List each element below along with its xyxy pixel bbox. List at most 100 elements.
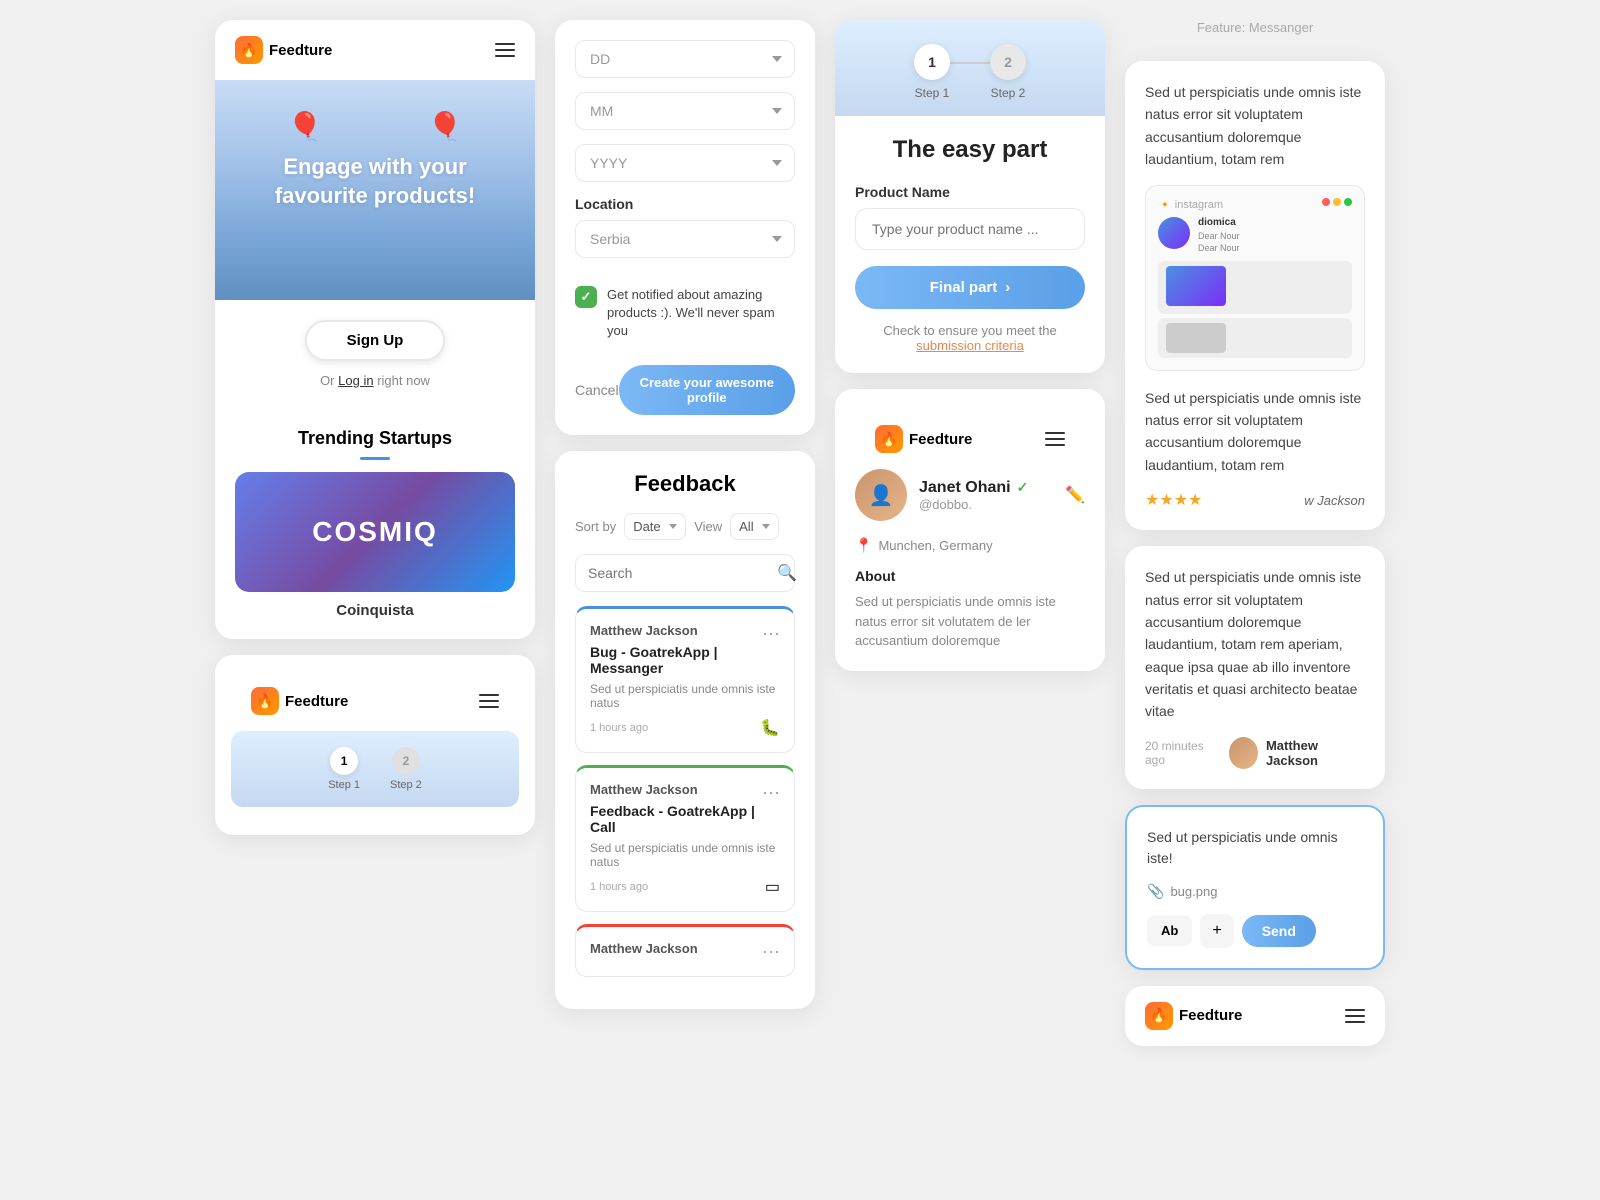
step-label-1: Step 1 bbox=[915, 86, 950, 100]
review-card-2: Sed ut perspiciatis unde omnis iste natu… bbox=[1125, 546, 1385, 789]
ab-button[interactable]: Ab bbox=[1147, 915, 1192, 946]
checkbox-row: Get notified about amazing products :). … bbox=[575, 272, 795, 355]
signup-button[interactable]: Sign Up bbox=[305, 320, 446, 361]
profile-header: 👤 Janet Ohani ✓ @dobbo. ✏️ bbox=[855, 469, 1085, 521]
feedback-title-1: Bug - GoatrekApp | Messanger bbox=[590, 644, 780, 676]
column-4: Feature: Messanger Sed ut perspiciatis u… bbox=[1125, 20, 1385, 1046]
plus-button[interactable]: + bbox=[1200, 914, 1233, 948]
mini-step-indicators: 1 Step 1 2 Step 2 bbox=[247, 747, 503, 791]
mini-logo-text: Feedture bbox=[285, 693, 348, 710]
step-circle-1: 1 bbox=[914, 44, 950, 80]
reviewer-name: w Jackson bbox=[1304, 493, 1365, 508]
landing-hero: 🎈 🎈 Engage with your favourite products! bbox=[215, 80, 535, 300]
step-hero: 1 Step 1 2 Step 2 bbox=[835, 20, 1105, 116]
step-indicators: 1 Step 1 2 Step 2 bbox=[855, 44, 1085, 100]
yyyy-select[interactable]: YYYY bbox=[575, 144, 795, 182]
mini-step-1: 1 Step 1 bbox=[328, 747, 360, 791]
attachment-row: 📎 bug.png bbox=[1147, 883, 1363, 900]
mini-step-circle-2: 2 bbox=[392, 747, 420, 775]
feedback-meta-2: 1 hours ago ▭ bbox=[590, 877, 780, 897]
step-circle-2: 2 bbox=[990, 44, 1026, 80]
search-row[interactable]: 🔍 bbox=[575, 554, 795, 592]
attachment-icon: 📎 bbox=[1147, 883, 1164, 900]
checkbox-checked[interactable] bbox=[575, 286, 597, 308]
location-text: Munchen, Germany bbox=[878, 538, 992, 553]
create-profile-button[interactable]: Create your awesome profile bbox=[619, 365, 795, 415]
form-actions: Cancel Create your awesome profile bbox=[575, 355, 795, 415]
cancel-button[interactable]: Cancel bbox=[575, 382, 619, 398]
step-heading: The easy part bbox=[855, 136, 1085, 164]
cosmiq-text: COSMIQ bbox=[312, 516, 438, 548]
feedback-user-3: Matthew Jackson bbox=[590, 941, 698, 956]
profile-info: Janet Ohani ✓ @dobbo. bbox=[919, 479, 1053, 512]
yyyy-row: YYYY bbox=[575, 144, 795, 182]
mm-select[interactable]: MM bbox=[575, 92, 795, 130]
messenger-preview-image: 🔸 instagram diomica Dear Nour Dear Nou bbox=[1145, 185, 1365, 371]
feedback-icon-2: ▭ bbox=[765, 877, 780, 897]
startup-name: Coinquista bbox=[235, 602, 515, 619]
trending-title: Trending Startups bbox=[235, 428, 515, 449]
landing-body: Sign Up Or Log in right now bbox=[215, 300, 535, 408]
hero-balloons: 🎈 🎈 bbox=[235, 110, 515, 143]
form-card: DD MM YYYY Location Serbia Get notified … bbox=[555, 20, 815, 435]
edit-icon[interactable]: ✏️ bbox=[1065, 485, 1085, 505]
review-rating-row: ★★★★ w Jackson bbox=[1145, 490, 1365, 510]
login-link[interactable]: Log in bbox=[338, 373, 373, 388]
sort-by-label: Sort by bbox=[575, 519, 616, 534]
reviewer-avatar bbox=[1229, 737, 1258, 769]
footer-logo-inner: Feedture bbox=[1145, 1002, 1242, 1030]
footer-hamburger[interactable] bbox=[1345, 1009, 1365, 1023]
dd-select[interactable]: DD bbox=[575, 40, 795, 78]
column-1: Feedture 🎈 🎈 Engage with your favourite … bbox=[215, 20, 535, 835]
review-card-1: Sed ut perspiciatis unde omnis iste natu… bbox=[1125, 61, 1385, 530]
message-card: Sed ut perspiciatis unde omnis iste! 📎 b… bbox=[1125, 805, 1385, 970]
mini-card-header: Feedture bbox=[231, 671, 519, 731]
profile-hamburger[interactable] bbox=[1045, 432, 1065, 446]
submission-link[interactable]: submission criteria bbox=[916, 338, 1024, 353]
sort-select[interactable]: Date bbox=[624, 513, 686, 540]
product-name-input[interactable] bbox=[855, 208, 1085, 250]
footer-logo-text: Feedture bbox=[1179, 1007, 1242, 1024]
feedback-dots-3[interactable]: ··· bbox=[762, 941, 780, 962]
view-select[interactable]: All bbox=[730, 513, 779, 540]
mini-step-circle-1: 1 bbox=[330, 747, 358, 775]
trending-divider bbox=[360, 457, 390, 460]
about-text: Sed ut perspiciatis unde omnis iste natu… bbox=[855, 592, 1085, 651]
mini-step-hero: 1 Step 1 2 Step 2 bbox=[231, 731, 519, 807]
hamburger-menu[interactable] bbox=[495, 43, 515, 57]
location-row: Location Serbia bbox=[575, 196, 795, 258]
messenger-sender: diomica bbox=[1198, 217, 1240, 228]
final-part-button[interactable]: Final part › bbox=[855, 266, 1085, 309]
mini-hamburger[interactable] bbox=[479, 694, 499, 708]
feedback-time-2: 1 hours ago bbox=[590, 881, 648, 893]
mini-step-label-2: Step 2 bbox=[390, 779, 422, 791]
cosmiq-card[interactable]: COSMIQ bbox=[235, 472, 515, 592]
step-item-1: 1 Step 1 bbox=[914, 44, 950, 100]
message-actions: Ab + Send bbox=[1147, 914, 1363, 948]
feedback-user-2: Matthew Jackson bbox=[590, 782, 698, 797]
profile-card: Feedture 👤 Janet Ohani ✓ @dobbo. ✏️ 📍 Mu… bbox=[835, 389, 1105, 671]
hero-text: Engage with your favourite products! bbox=[235, 153, 515, 210]
feedback-time-1: 1 hours ago bbox=[590, 722, 648, 734]
search-input[interactable] bbox=[588, 565, 769, 581]
location-select[interactable]: Serbia bbox=[575, 220, 795, 258]
card-stack bbox=[1158, 261, 1352, 358]
send-button[interactable]: Send bbox=[1242, 915, 1316, 947]
message-text: Sed ut perspiciatis unde omnis iste! bbox=[1147, 827, 1363, 869]
feature-desc-3: Sed ut perspiciatis unde omnis iste natu… bbox=[1145, 566, 1365, 723]
column-2: DD MM YYYY Location Serbia Get notified … bbox=[555, 20, 815, 1009]
feedback-desc-2: Sed ut perspiciatis unde omnis iste natu… bbox=[590, 841, 780, 869]
mini-step-2: 2 Step 2 bbox=[390, 747, 422, 791]
feedback-dots-2[interactable]: ··· bbox=[762, 782, 780, 803]
location-label: Location bbox=[575, 196, 795, 212]
location-pin-icon: 📍 bbox=[855, 537, 872, 554]
balloon-right: 🎈 bbox=[428, 110, 463, 143]
feedback-dots-1[interactable]: ··· bbox=[762, 623, 780, 644]
profile-logo: Feedture bbox=[875, 425, 972, 453]
location-row: 📍 Munchen, Germany bbox=[855, 537, 1085, 554]
trending-section: Trending Startups COSMIQ Coinquista bbox=[215, 408, 535, 639]
step-card: 1 Step 1 2 Step 2 The easy part Product … bbox=[835, 20, 1105, 373]
balloon-left: 🎈 bbox=[288, 110, 323, 143]
review-meta: 20 minutes ago Matthew Jackson bbox=[1145, 737, 1365, 769]
bug-icon-1: 🐛 bbox=[760, 718, 780, 738]
